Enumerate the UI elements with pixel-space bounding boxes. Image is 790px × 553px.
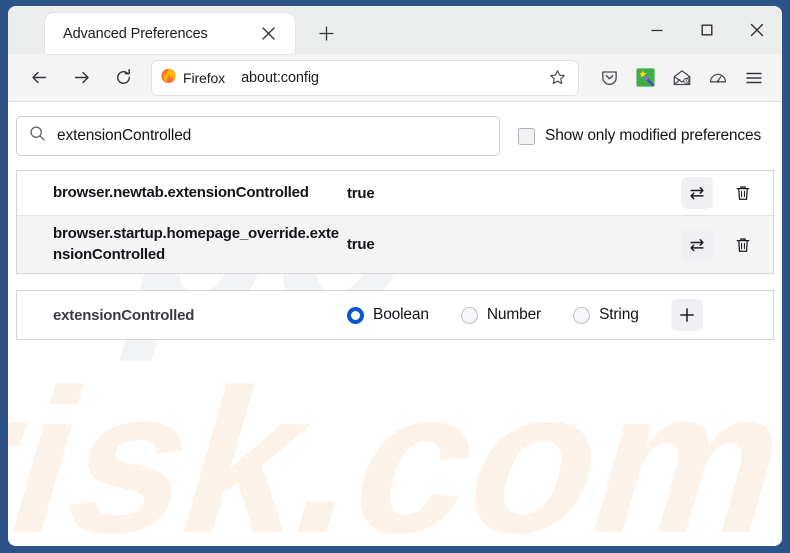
radio-mark-number[interactable] [460,306,478,324]
show-only-modified-label: Show only modified preferences [545,127,762,144]
search-input[interactable]: extensionControlled [16,116,500,156]
close-button[interactable] [732,6,782,54]
extension-wand-icon[interactable] [629,61,662,94]
radio-label-boolean: Boolean [373,306,429,324]
preference-name: browser.newtab.extensionControlled [53,183,309,201]
navigation-toolbar: Firefox about:config [8,54,782,102]
star-icon[interactable] [544,65,570,91]
row-actions [681,228,759,261]
table-row[interactable]: browser.newtab.extensionControlled true [17,171,773,215]
tab-strip: Advanced Preferences [8,6,782,54]
url-bar[interactable]: Firefox about:config [152,60,578,95]
radio-label-string: String [599,306,639,324]
radio-label-number: Number [486,306,542,324]
add-preference-row: extensionControlled Boolean Number Strin… [17,291,773,339]
row-actions [681,177,759,209]
about-config-page: pc risk.com extensionControlled [8,102,782,546]
speedometer-icon[interactable] [701,61,734,94]
preferences-table: browser.newtab.extensionControlled true [16,170,774,275]
reload-icon[interactable] [106,61,140,95]
tab-close-icon[interactable] [255,21,281,47]
firefox-logo-icon [160,67,177,89]
preference-name: browser.startup.homepage_override.extens… [53,225,339,263]
url-text[interactable]: about:config [241,70,544,86]
add-preference-button[interactable] [670,299,703,332]
show-only-modified-checkbox[interactable] [518,127,535,145]
svg-text:risk.com: risk.com [8,348,782,546]
show-only-modified-toggle[interactable]: Show only modified preferences [518,127,761,145]
firefox-chip-label: Firefox [183,69,226,86]
add-preference-table: extensionControlled Boolean Number Strin… [16,290,774,341]
new-tab-button[interactable] [309,16,343,50]
browser-window: Advanced Preferences Firefox about:confi… [8,6,782,546]
preference-value: true [347,184,375,202]
forward-arrow-icon[interactable] [64,61,98,95]
firefox-brand-chip: Firefox [156,64,234,91]
new-preference-name: extensionControlled [53,306,195,324]
mail-icon[interactable] [665,61,698,94]
minimize-button[interactable] [632,6,682,54]
tab-advanced-preferences[interactable]: Advanced Preferences [45,13,295,54]
radio-option-string[interactable]: String [573,306,639,324]
toggle-swap-icon[interactable] [681,177,713,209]
search-input-value[interactable]: extensionControlled [57,127,191,145]
trash-icon[interactable] [727,229,759,261]
search-icon [29,125,46,147]
preference-value: true [347,236,375,254]
trash-icon[interactable] [727,177,759,209]
table-row[interactable]: browser.startup.homepage_override.extens… [17,215,773,274]
tab-title: Advanced Preferences [63,25,208,42]
window-frame: Advanced Preferences Firefox about:confi… [0,0,790,553]
search-row: extensionControlled Show only modified p… [8,102,782,170]
radio-mark-boolean[interactable] [347,306,364,324]
window-controls [632,6,782,54]
radio-option-boolean[interactable]: Boolean [347,306,429,324]
radio-mark-string[interactable] [573,306,591,324]
radio-option-number[interactable]: Number [460,306,542,324]
pocket-icon[interactable] [593,61,626,94]
maximize-button[interactable] [682,6,732,54]
preference-type-options: Boolean Number String [347,299,759,332]
hamburger-menu-icon[interactable] [737,61,770,94]
toggle-swap-icon[interactable] [681,228,713,261]
back-arrow-icon[interactable] [22,61,56,95]
